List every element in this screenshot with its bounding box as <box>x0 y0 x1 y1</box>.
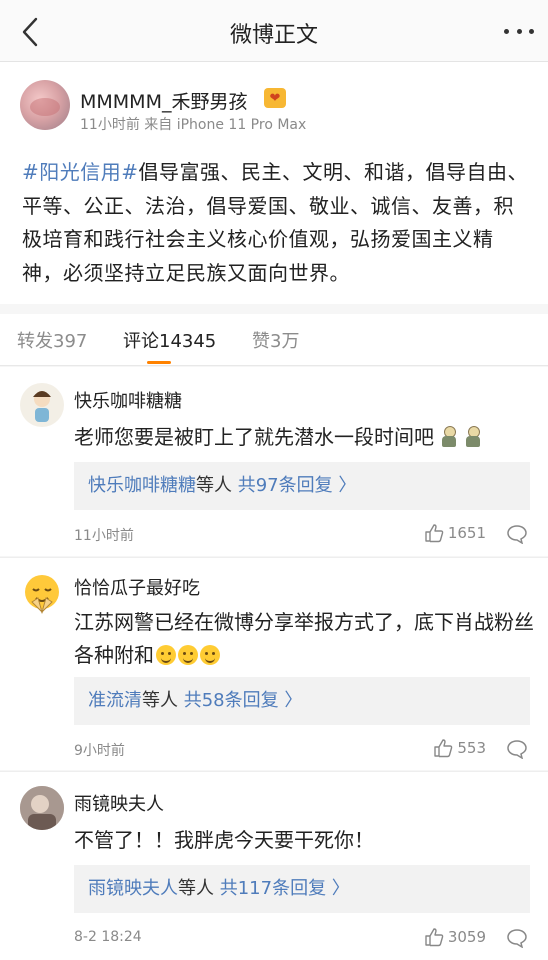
comment-time: 9小时前 <box>74 743 125 759</box>
post-tabs: 转发397 评论14345 赞3万 <box>0 314 548 366</box>
comment-text: 老师您要是被盯上了就先潜水一段时间吧 <box>74 421 534 454</box>
praying-emoji-avatar-icon <box>25 575 59 614</box>
reply-suffix: 等人 <box>178 878 214 899</box>
weibo-detail-page: 微博正文 MMMMM_禾野男孩 ❤ 11小时前 来自 iPhone 11 Pro… <box>0 0 548 960</box>
comment-text-content: 老师您要是被盯上了就先潜水一段时间吧 <box>74 425 434 449</box>
reply-count-link[interactable]: 共117条回复 〉 <box>220 878 350 899</box>
comment-item: 恰恰瓜子最好吃 江苏网警已经在微博分享举报方式了，底下肖战粉丝各种附和 准流清等… <box>0 557 548 770</box>
cartoon-avatar-icon <box>33 391 51 422</box>
thumbs-up-icon <box>425 524 444 543</box>
navigation-bar: 微博正文 <box>0 0 548 62</box>
smile-emoji-icon <box>178 645 198 665</box>
reply-count-link[interactable]: 共58条回复 〉 <box>184 690 303 711</box>
avatar[interactable] <box>20 786 64 830</box>
post-username[interactable]: MMMMM_禾野男孩 <box>80 87 247 114</box>
comment-item: 快乐咖啡糖糖 老师您要是被盯上了就先潜水一段时间吧 快乐咖啡糖糖等人 共97条回… <box>0 367 548 556</box>
comment-bubble-icon[interactable] <box>506 928 528 948</box>
active-tab-indicator <box>147 361 171 364</box>
tab-reposts[interactable]: 转发397 <box>17 327 87 353</box>
page-title: 微博正文 <box>229 23 318 48</box>
reply-suffix: 等人 <box>196 475 232 496</box>
like-count: 1651 <box>447 524 486 542</box>
reply-suffix: 等人 <box>142 690 178 711</box>
hashtag-link[interactable]: #阳光信用# <box>22 160 139 184</box>
thumbs-up-icon <box>434 739 453 758</box>
avatar[interactable] <box>20 383 64 427</box>
photo-avatar-icon <box>20 786 64 830</box>
comment-author[interactable]: 恰恰瓜子最好吃 <box>74 574 200 600</box>
sticker-icon <box>440 426 458 448</box>
more-options-icon[interactable] <box>504 24 534 38</box>
post-card: MMMMM_禾野男孩 ❤ 11小时前 来自 iPhone 11 Pro Max … <box>0 62 548 304</box>
reply-author-link[interactable]: 准流清 <box>88 690 142 711</box>
reply-author-link[interactable]: 雨镜映夫人 <box>88 878 178 899</box>
reply-summary[interactable]: 准流清等人 共58条回复 〉 <box>74 677 530 725</box>
comment-time: 8-2 18:24 <box>74 929 142 945</box>
tab-likes[interactable]: 赞3万 <box>252 327 299 353</box>
comment-author[interactable]: 快乐咖啡糖糖 <box>74 387 182 413</box>
comment-author[interactable]: 雨镜映夫人 <box>74 790 164 816</box>
sticker-icon <box>464 426 482 448</box>
reply-count-link[interactable]: 共97条回复 〉 <box>238 475 357 496</box>
comment-text-content: 江苏网警已经在微博分享举报方式了，底下肖战粉丝各种附和 <box>74 610 534 667</box>
avatar[interactable] <box>20 572 64 616</box>
comment-bubble-icon[interactable] <box>506 524 528 544</box>
reply-summary[interactable]: 雨镜映夫人等人 共117条回复 〉 <box>74 865 530 913</box>
comment-bubble-icon[interactable] <box>506 739 528 759</box>
tab-comments[interactable]: 评论14345 <box>123 327 216 353</box>
like-button[interactable]: 3059 <box>424 927 486 947</box>
thumbs-up-icon <box>425 928 444 947</box>
post-body: #阳光信用#倡导富强、民主、文明、和谐，倡导自由、平等、公正、法治，倡导爱国、敬… <box>22 156 528 290</box>
like-button[interactable]: 553 <box>433 738 486 758</box>
post-meta: 11小时前 来自 iPhone 11 Pro Max <box>80 117 307 133</box>
avatar[interactable] <box>20 80 70 130</box>
like-count: 553 <box>457 739 486 757</box>
smile-emoji-icon <box>200 645 220 665</box>
comment-item: 雨镜映夫人 不管了！！我胖虎今天要干死你！ 雨镜映夫人等人 共117条回复 〉 … <box>0 771 548 960</box>
like-count: 3059 <box>447 928 486 946</box>
reply-summary[interactable]: 快乐咖啡糖糖等人 共97条回复 〉 <box>74 462 530 510</box>
comment-text: 不管了！！我胖虎今天要干死你！ <box>74 828 374 852</box>
comment-time: 11小时前 <box>74 528 134 544</box>
vip-heart-badge-icon: ❤ <box>264 88 286 108</box>
reply-author-link[interactable]: 快乐咖啡糖糖 <box>88 475 196 496</box>
like-button[interactable]: 1651 <box>424 523 486 543</box>
comment-text: 江苏网警已经在微博分享举报方式了，底下肖战粉丝各种附和 <box>74 606 534 672</box>
smile-emoji-icon <box>156 645 176 665</box>
